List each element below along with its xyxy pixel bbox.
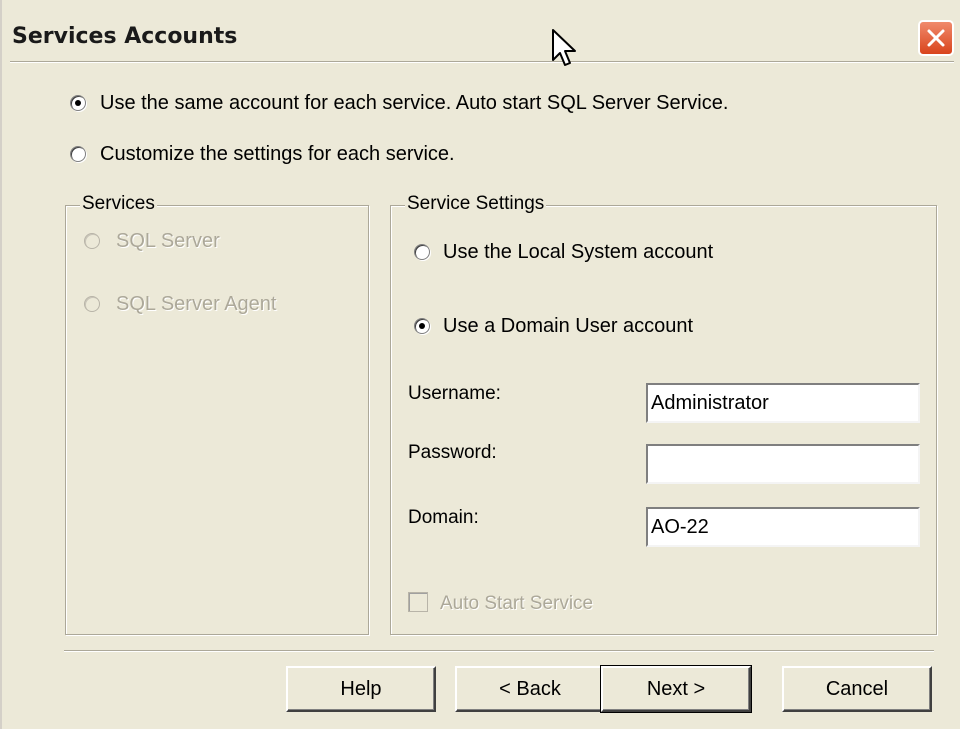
services-accounts-dialog: Services Accounts Use the same account f…: [0, 0, 960, 729]
auto-start-service-label: Auto Start Service: [440, 593, 594, 614]
customize-settings-radio[interactable]: [70, 146, 86, 162]
mouse-cursor-icon: [552, 29, 576, 66]
password-field[interactable]: [646, 444, 920, 484]
domain-user-radio[interactable]: [414, 318, 430, 334]
service-settings-group-title: Service Settings: [405, 193, 547, 215]
username-field[interactable]: [646, 383, 920, 423]
local-system-label[interactable]: Use the Local System account: [443, 241, 713, 264]
title-separator: [10, 61, 954, 63]
sql-server-label: SQL Server: [116, 230, 220, 252]
services-groupbox: [65, 205, 369, 635]
dialog-title: Services Accounts: [12, 24, 238, 49]
domain-user-label[interactable]: Use a Domain User account: [443, 315, 693, 338]
help-button[interactable]: Help: [286, 666, 436, 712]
cancel-button[interactable]: Cancel: [782, 666, 932, 712]
same-account-radio[interactable]: [70, 95, 86, 111]
domain-field[interactable]: [646, 507, 920, 547]
domain-label: Domain:: [408, 507, 479, 528]
same-account-label[interactable]: Use the same account for each service. A…: [100, 92, 728, 115]
next-button[interactable]: Next >: [600, 665, 752, 713]
title-bar[interactable]: Services Accounts: [2, 0, 960, 62]
sql-server-agent-label: SQL Server Agent: [116, 293, 277, 315]
back-button[interactable]: < Back: [455, 666, 605, 712]
close-button[interactable]: [918, 20, 954, 56]
password-label: Password:: [408, 442, 497, 463]
sql-server-agent-radio[interactable]: [84, 296, 100, 312]
services-group-title: Services: [80, 193, 157, 215]
local-system-radio[interactable]: [414, 244, 430, 260]
close-icon: [927, 29, 945, 47]
sql-server-radio[interactable]: [84, 233, 100, 249]
auto-start-service-checkbox[interactable]: [408, 592, 428, 612]
username-label: Username:: [408, 383, 501, 404]
customize-settings-label[interactable]: Customize the settings for each service.: [100, 143, 455, 166]
button-separator: [64, 650, 934, 652]
